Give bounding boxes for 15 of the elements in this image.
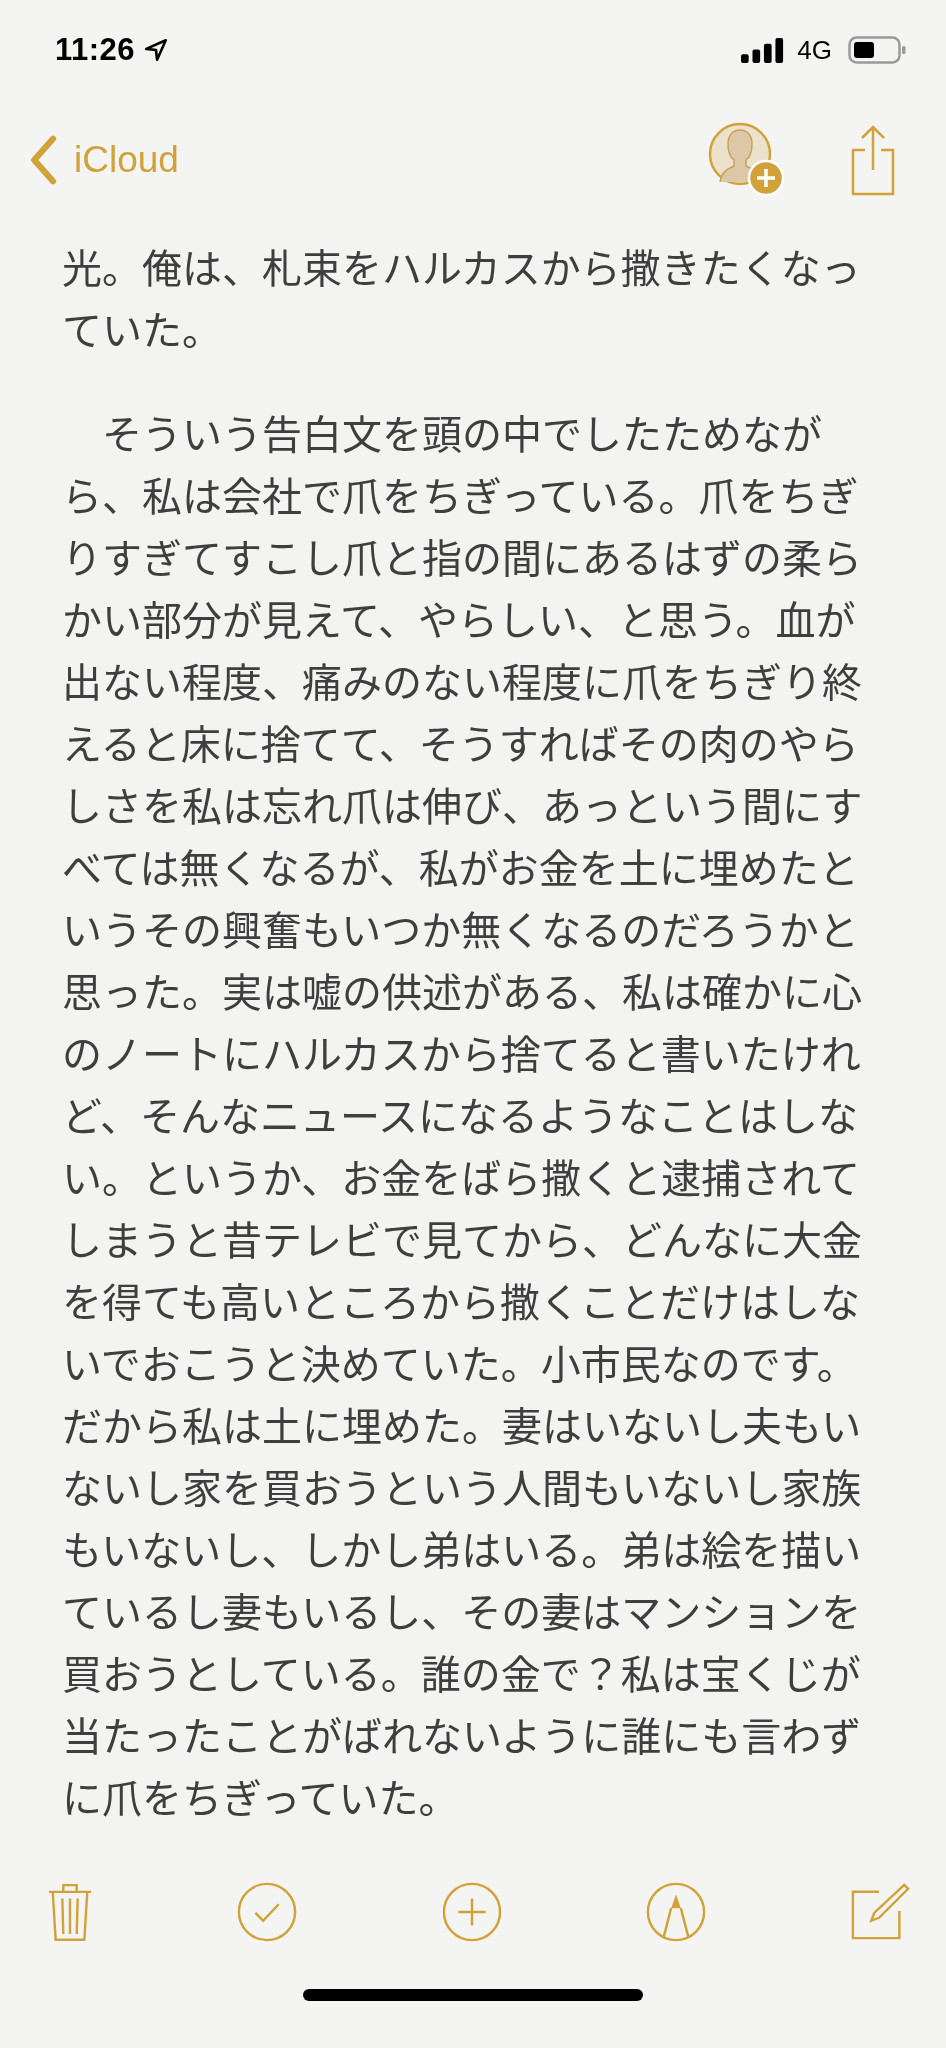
battery-icon (848, 36, 906, 64)
note-paragraph: 光。俺は、札束をハルカスから撒きたくなっていた。 (62, 236, 862, 359)
trash-icon[interactable] (47, 1881, 93, 1943)
markup-pen-icon[interactable] (645, 1881, 708, 1943)
add-icon[interactable] (440, 1881, 503, 1943)
signal-icon (741, 37, 786, 63)
chevron-icon (28, 135, 58, 185)
network-type: 4G (797, 34, 832, 66)
checklist-icon[interactable] (235, 1881, 298, 1943)
share-icon[interactable] (850, 124, 896, 196)
back-button[interactable]: iCloud (28, 135, 179, 185)
status-time: 11:26 (55, 32, 136, 68)
location-arrow-icon (143, 37, 170, 63)
note-paragraph: そういう告白文を頭の中でしたためながら、私は会社で爪をちぎっている。爪をちぎりすぎてすこし爪と指の間にあるはずの柔らかい部分が見えて、やらしい、と思う。血が出ない程度、痛みのない程度に爪をちぎり終えると床に捨てて、そうすればその肉のやらしさを私は忘れ爪は伸び、あっという間にすべては無くなるが、私がお金を土に埋めたというその興奮もいつか無くなるのだろうかと思った。実は嘘の供述がある、私は確かに心のノートにハルカスから捨てると書いたけれど、そんなニュースになるようなことはしない。というか、お金をばら撒くと逮捕されてしまうと昔テレビで見てから、どんなに大金を得ても高いところから撒くことだけはしないでおこうと決めていた。小市民なのです。だから私は土に埋めた。妻はいないし夫もいないし家を買おうという人間もいないし家族もいないし、しかし弟はいる。弟は絵を描いているし妻もいるし、その妻はマンションを買おうとしている。誰の金で？私は宝くじが当たったことがばれないように誰にも言わずに爪をちぎっていた。 (62, 402, 864, 1827)
compose-icon[interactable] (850, 1882, 910, 1942)
